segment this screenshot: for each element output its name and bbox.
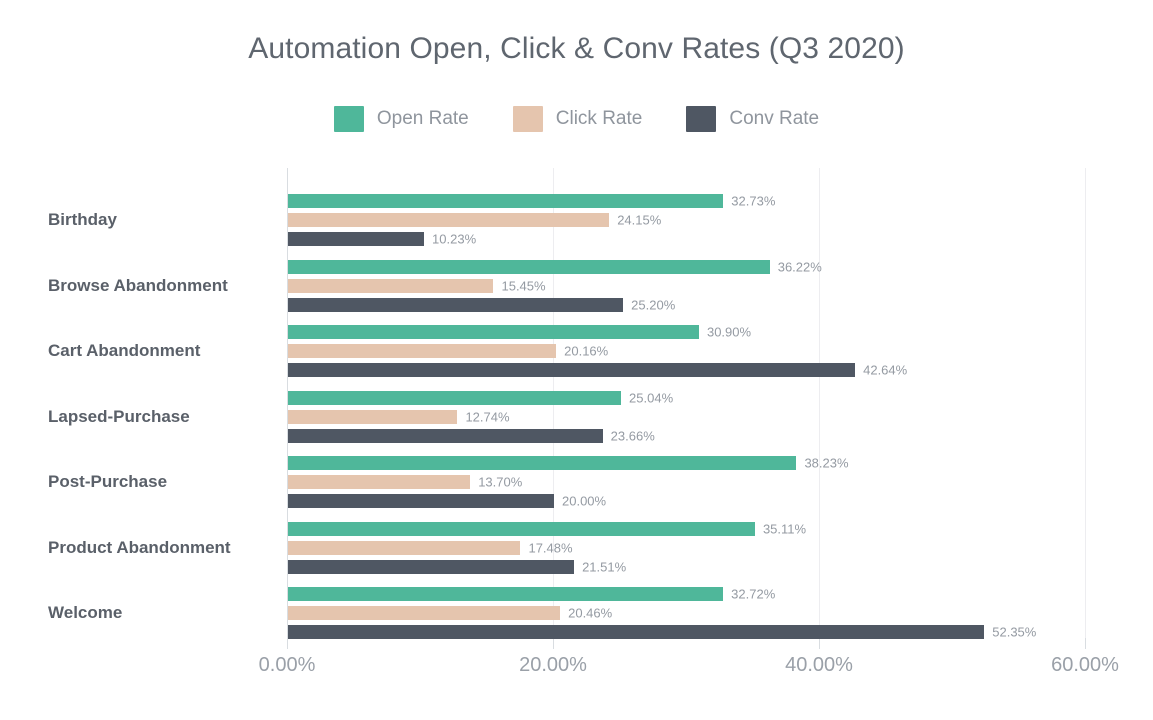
bar[interactable]	[288, 259, 770, 274]
x-axis-tick	[819, 638, 820, 649]
legend-item[interactable]: Click Rate	[512, 106, 643, 132]
x-axis-tick	[553, 638, 554, 649]
legend-swatch-icon	[686, 106, 717, 132]
category-label: Product Abandonment	[48, 537, 231, 557]
bar-value-label: 20.46%	[568, 605, 613, 621]
bar-value-label: 32.72%	[731, 586, 776, 602]
x-axis-tick	[1085, 638, 1086, 649]
bar[interactable]	[288, 540, 521, 555]
bar[interactable]	[288, 456, 797, 470]
plot-area: 0.00% 20.00% 40.00% 60.00% 32.73% 24.15% 10.23…	[259, 168, 1119, 676]
bar[interactable]	[288, 606, 561, 620]
bar[interactable]	[288, 232, 425, 246]
bar[interactable]	[288, 559, 575, 574]
bar-value-label: 20.00%	[562, 493, 607, 509]
bar-value-label: 52.35%	[992, 624, 1037, 640]
legend-swatch-icon	[333, 106, 364, 132]
bar-value-label: 20.16%	[564, 343, 609, 359]
bar-value-label: 30.90%	[706, 324, 752, 340]
legend-item[interactable]: Open Rate	[333, 106, 469, 132]
gridline	[1085, 168, 1086, 638]
legend-label: Conv Rate	[729, 108, 820, 129]
bar-value-label: 35.11%	[762, 521, 807, 536]
bar[interactable]	[288, 325, 699, 339]
bar-value-label: 17.48%	[528, 540, 573, 555]
category-label: Cart Abandonment	[48, 341, 201, 360]
bar[interactable]	[288, 278, 494, 293]
x-axis-tick-label: 20.00%	[519, 654, 587, 676]
legend-item[interactable]: Conv Rate	[686, 106, 819, 132]
bar-value-label: 36.22%	[777, 259, 822, 274]
bar[interactable]	[288, 363, 856, 377]
bar[interactable]	[288, 494, 554, 508]
bar-value-label: 23.66%	[610, 428, 655, 443]
bar-value-label: 38.23%	[804, 455, 849, 471]
bar-value-label: 10.23%	[432, 231, 477, 247]
category-label: Post-Purchase	[48, 472, 168, 491]
bar[interactable]	[288, 521, 755, 536]
bar-value-label: 12.74%	[465, 409, 510, 424]
bar[interactable]	[288, 625, 985, 639]
bar-value-label: 13.70%	[478, 474, 523, 490]
bar[interactable]	[288, 344, 557, 358]
gridline	[819, 168, 820, 638]
chart-container: Automation Open, Click & Conv Rates (Q3 …	[0, 0, 1153, 720]
legend-swatch-icon	[512, 106, 543, 132]
x-axis-tick-label: 0.00%	[258, 654, 316, 676]
bar[interactable]	[288, 194, 724, 208]
bar-value-label: 24.15%	[617, 212, 662, 228]
bar[interactable]	[288, 390, 622, 405]
category-label: Lapsed-Purchase	[48, 406, 190, 426]
bar[interactable]	[288, 297, 624, 312]
legend-label: Click Rate	[555, 108, 643, 129]
bar-value-label: 32.73%	[731, 193, 776, 209]
bar-value-label: 21.51%	[582, 559, 627, 574]
bar-value-label: 15.45%	[501, 278, 546, 293]
chart-legend: Open Rate Click Rate Conv Rate	[0, 106, 1153, 132]
x-axis-tick-label: 40.00%	[785, 654, 853, 676]
chart-title: Automation Open, Click & Conv Rates (Q3 …	[248, 32, 905, 65]
bar[interactable]	[288, 428, 603, 443]
bar[interactable]	[288, 587, 724, 601]
bar-value-label: 25.04%	[629, 390, 674, 405]
legend-label: Open Rate	[376, 108, 469, 129]
bar-value-label: 25.20%	[631, 297, 676, 312]
bar-value-label: 42.64%	[863, 362, 908, 378]
category-label: Browse Abandonment	[48, 275, 228, 295]
category-label: Birthday	[48, 210, 117, 229]
bar[interactable]	[288, 409, 458, 424]
bar[interactable]	[288, 213, 610, 227]
category-label: Welcome	[48, 603, 123, 622]
x-axis-tick-label: 60.00%	[1051, 654, 1119, 676]
bar[interactable]	[288, 475, 471, 489]
x-axis-tick	[287, 638, 288, 649]
